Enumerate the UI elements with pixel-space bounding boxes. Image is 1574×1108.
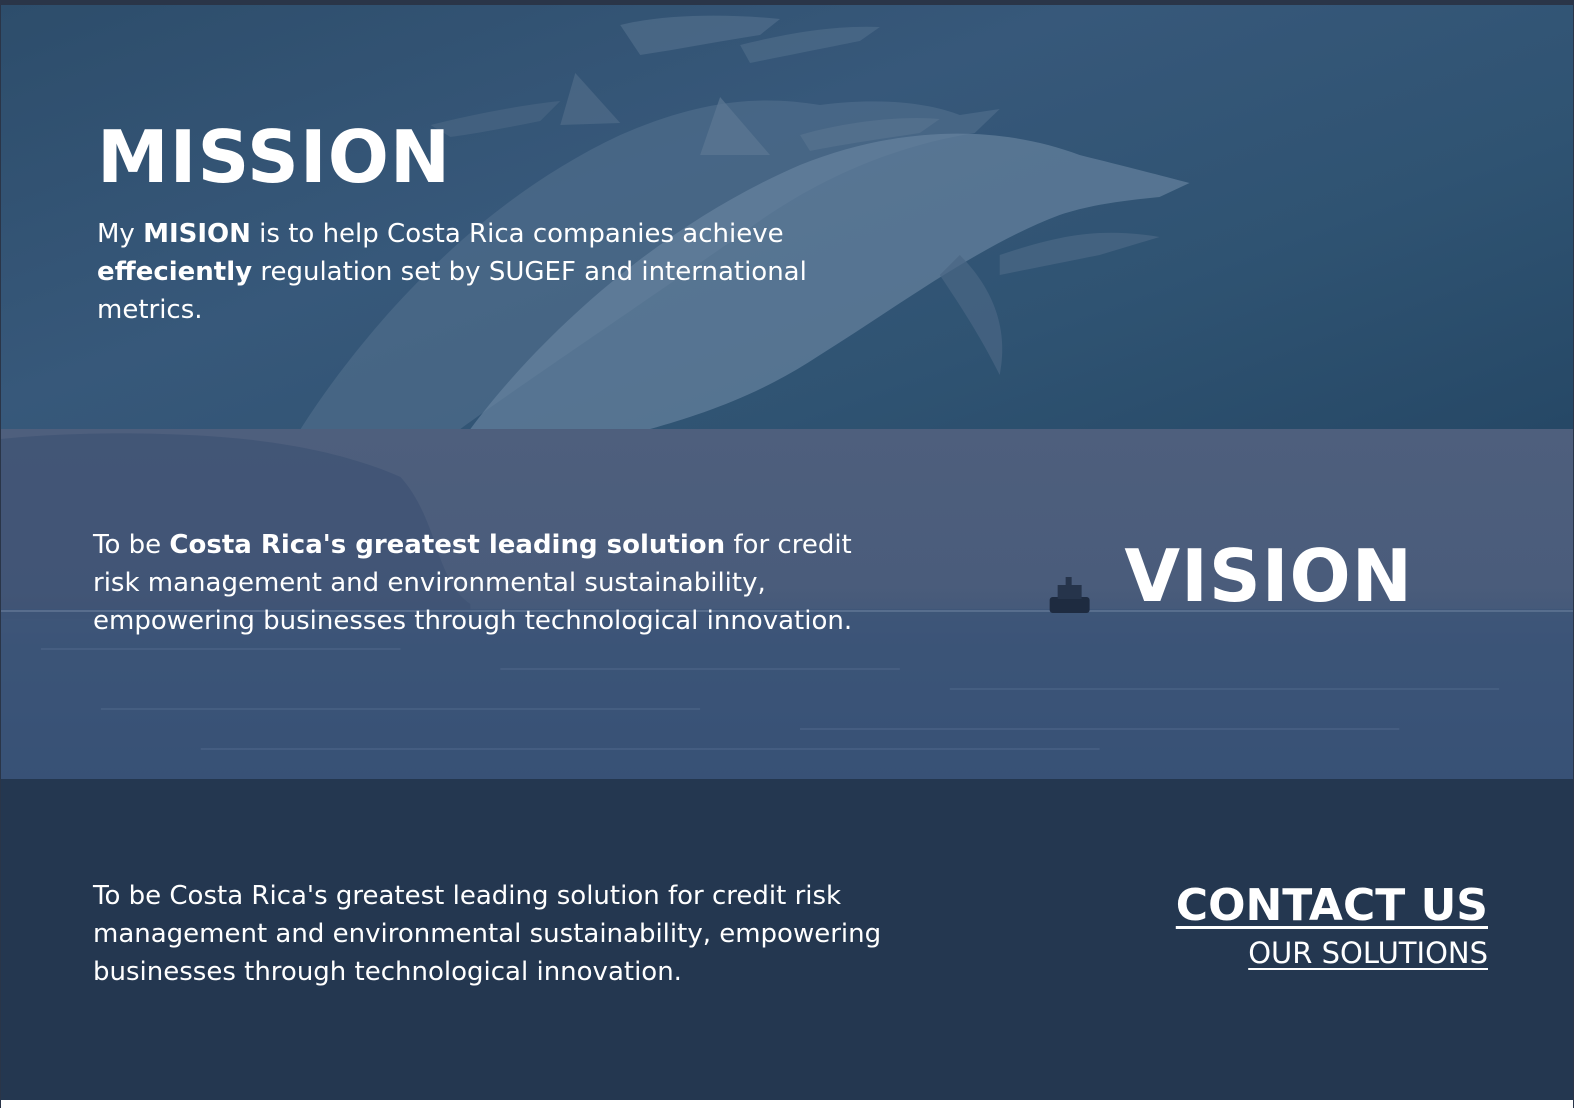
mission-section: MISSION My MISION is to help Costa Rica … — [1, 5, 1573, 429]
footer-links: CONTACT US OUR SOLUTIONS — [1176, 879, 1488, 973]
vision-text: To be Costa Rica's greatest leading solu… — [93, 526, 893, 640]
our-solutions-link[interactable]: OUR SOLUTIONS — [1176, 933, 1488, 973]
mission-title: MISSION — [97, 115, 452, 199]
vision-text-part1: To be — [93, 530, 170, 560]
contact-us-link[interactable]: CONTACT US — [1176, 879, 1488, 933]
footer-section: To be Costa Rica's greatest leading solu… — [1, 779, 1573, 1108]
mission-text-bold1: MISION — [143, 219, 251, 249]
footer-text: To be Costa Rica's greatest leading solu… — [93, 881, 882, 987]
bottom-strip — [1, 1100, 1573, 1108]
mission-text-bold2: effeciently — [97, 257, 253, 287]
mission-text-part2: is to help Costa Rica companies achieve — [250, 219, 784, 249]
mission-text: My MISION is to help Costa Rica companie… — [97, 215, 857, 329]
boat-shape — [1049, 577, 1090, 613]
vision-section: To be Costa Rica's greatest leading solu… — [1, 429, 1573, 779]
vision-text-bold1: Costa Rica's greatest leading solution — [169, 530, 726, 560]
mission-text-part1: My — [97, 219, 144, 249]
page: MISSION My MISION is to help Costa Rica … — [0, 0, 1574, 1108]
vision-title: VISION — [1124, 534, 1413, 618]
